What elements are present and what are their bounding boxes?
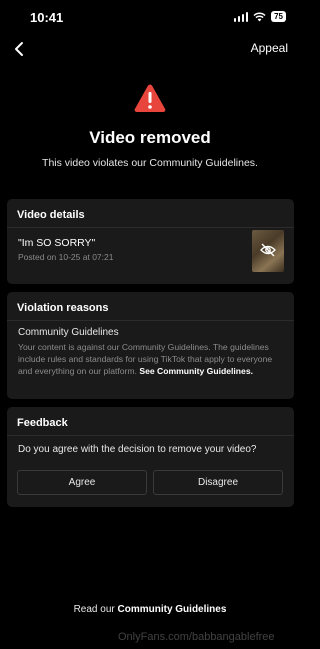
feedback-heading: Feedback xyxy=(17,417,68,429)
eye-off-icon xyxy=(260,243,276,257)
violation-reason: Community Guidelines xyxy=(18,327,119,338)
footer: Read our Community Guidelines xyxy=(0,604,300,615)
page-title: Video removed xyxy=(89,128,211,147)
battery-icon: 75 xyxy=(271,11,286,22)
divider xyxy=(7,227,294,228)
watermark: OnlyFans.com/babbangablefree xyxy=(118,631,275,643)
warning-icon xyxy=(134,84,166,112)
top-nav: Appeal xyxy=(0,38,300,60)
page-subtitle: This video violates our Community Guidel… xyxy=(42,157,258,169)
feedback-question: Do you agree with the decision to remove… xyxy=(18,444,257,455)
footer-prefix: Read our xyxy=(73,604,115,615)
video-details-card: Video details "Im SO SORRY" Posted on 10… xyxy=(7,199,294,284)
video-thumbnail[interactable] xyxy=(252,230,284,272)
video-posted-date: Posted on 10-25 at 07:21 xyxy=(18,252,114,262)
violation-reasons-heading: Violation reasons xyxy=(17,302,109,314)
video-title: "Im SO SORRY" xyxy=(18,237,96,249)
community-guidelines-link[interactable]: Community Guidelines xyxy=(118,604,227,615)
video-details-heading: Video details xyxy=(17,209,85,221)
divider xyxy=(7,320,294,321)
see-guidelines-link[interactable]: See Community Guidelines. xyxy=(139,366,253,376)
status-indicators: 75 xyxy=(233,11,286,22)
status-time: 10:41 xyxy=(30,10,64,25)
violation-description: Your content is against our Community Gu… xyxy=(18,341,288,377)
appeal-button[interactable]: Appeal xyxy=(251,41,288,55)
divider xyxy=(7,435,294,436)
wifi-icon xyxy=(253,11,266,21)
back-button[interactable] xyxy=(10,39,30,59)
cellular-signal-icon xyxy=(233,11,249,22)
disagree-button[interactable]: Disagree xyxy=(153,470,283,495)
violation-reasons-card: Violation reasons Community Guidelines Y… xyxy=(7,292,294,399)
status-bar: 10:41 75 xyxy=(0,0,300,34)
chevron-left-icon xyxy=(15,42,23,56)
agree-button[interactable]: Agree xyxy=(17,470,147,495)
